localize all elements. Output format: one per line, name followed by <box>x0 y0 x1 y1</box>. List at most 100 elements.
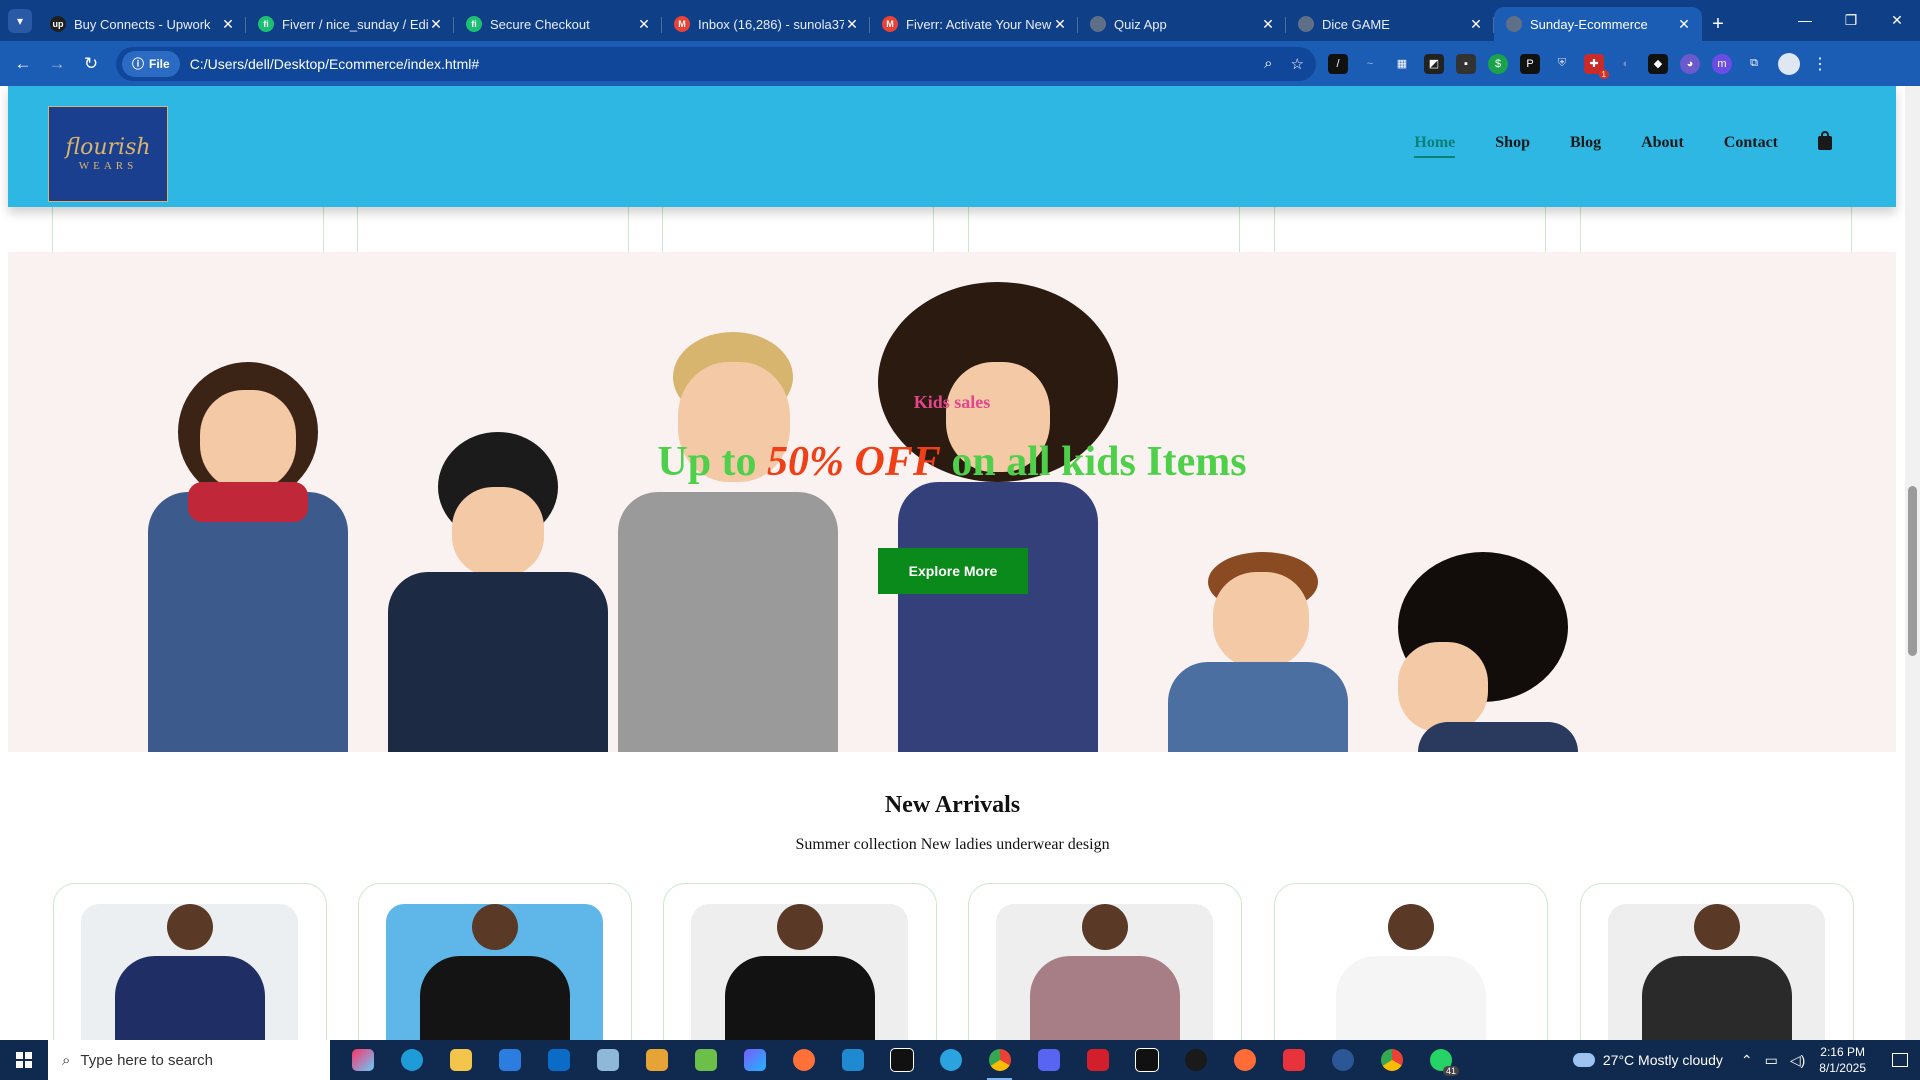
tab-list: up Buy Connects - Upwork ✕ fi Fiverr / nice_… <box>38 7 1702 41</box>
volume-icon[interactable]: ◁) <box>1790 1052 1805 1069</box>
edge-icon[interactable] <box>387 1040 436 1080</box>
discord-icon[interactable] <box>1024 1040 1073 1080</box>
close-tab-icon[interactable]: ✕ <box>428 16 444 33</box>
minimize-button[interactable]: — <box>1782 0 1828 40</box>
store-icon[interactable] <box>485 1040 534 1080</box>
clock[interactable]: 2:16 PM 8/1/2025 <box>1819 1044 1866 1076</box>
outlook-icon[interactable] <box>534 1040 583 1080</box>
close-tab-icon[interactable]: ✕ <box>1260 16 1276 33</box>
extension-icon[interactable]: ▦ <box>1392 54 1412 74</box>
product-image[interactable] <box>1302 904 1519 1040</box>
chrome-icon[interactable] <box>975 1040 1024 1080</box>
product-image[interactable] <box>996 904 1213 1040</box>
extension-icon[interactable]: ◕ <box>1680 53 1700 74</box>
more-menu-icon[interactable]: ⋮ <box>1812 54 1828 74</box>
app-icon[interactable] <box>1122 1040 1171 1080</box>
extension-icon[interactable]: ✚ 1 <box>1584 53 1609 79</box>
whatsapp-icon[interactable]: 41 <box>1416 1040 1465 1080</box>
product-card[interactable] <box>663 883 937 1040</box>
tab-search-button[interactable]: ▾ <box>8 9 32 33</box>
product-card[interactable] <box>1580 883 1854 1040</box>
explore-more-button[interactable]: Explore More <box>878 548 1028 594</box>
nav-link-shop[interactable]: Shop <box>1495 134 1530 152</box>
extension-icon[interactable]: m <box>1712 53 1732 74</box>
back-icon[interactable]: ← <box>6 47 40 81</box>
extension-icon[interactable]: ◐ <box>1616 54 1636 74</box>
notifications-icon[interactable] <box>1880 1040 1920 1080</box>
chevron-up-icon[interactable]: ⌃ <box>1741 1052 1753 1069</box>
copilot-icon[interactable] <box>338 1040 387 1080</box>
word-icon[interactable] <box>1318 1040 1367 1080</box>
reload-icon[interactable]: ↻ <box>74 47 108 81</box>
model-head <box>471 904 518 950</box>
product-card[interactable] <box>1274 883 1548 1040</box>
browser-tab[interactable]: M Inbox (16,286) - sunola37 ✕ <box>662 7 870 41</box>
close-tab-icon[interactable]: ✕ <box>1052 16 1068 33</box>
close-tab-icon[interactable]: ✕ <box>220 16 236 33</box>
start-button[interactable] <box>0 1040 48 1080</box>
extension-icon[interactable]: ▪ <box>1456 53 1476 74</box>
extension-icon[interactable]: / <box>1328 53 1348 74</box>
extension-icon[interactable]: ◆ <box>1648 53 1668 74</box>
product-image[interactable] <box>81 904 298 1040</box>
zoom-icon[interactable]: ⌕ <box>1264 55 1272 73</box>
product-card[interactable] <box>968 883 1242 1040</box>
close-window-button[interactable]: ✕ <box>1874 0 1920 40</box>
product-image[interactable] <box>386 904 603 1040</box>
close-tab-icon[interactable]: ✕ <box>636 16 652 33</box>
weather-widget[interactable]: 27°C Mostly cloudy <box>1572 1052 1723 1068</box>
close-tab-icon[interactable]: ✕ <box>1676 16 1692 33</box>
shopping-bag-icon[interactable] <box>1818 131 1832 150</box>
close-tab-icon[interactable]: ✕ <box>844 16 860 33</box>
address-bar[interactable]: ⓘ File C:/Users/dell/Desktop/Ecommerce/i… <box>116 46 1316 81</box>
extension-icon[interactable]: P <box>1520 53 1540 74</box>
browser-tab[interactable]: Sunday-Ecommerce ✕ <box>1494 7 1702 41</box>
mongodb-icon[interactable] <box>1171 1040 1220 1080</box>
battery-icon[interactable]: ▭ <box>1765 1052 1778 1069</box>
product-card[interactable] <box>358 883 632 1040</box>
new-tab-button[interactable]: + <box>1702 7 1734 41</box>
notepad-icon[interactable] <box>681 1040 730 1080</box>
browser-tab[interactable]: Quiz App ✕ <box>1078 7 1286 41</box>
page-scrollbar[interactable] <box>1905 86 1920 1040</box>
m365-icon[interactable] <box>730 1040 779 1080</box>
browser-tab[interactable]: up Buy Connects - Upwork ✕ <box>38 7 246 41</box>
nav-link-about[interactable]: About <box>1641 134 1684 152</box>
chrome-icon[interactable] <box>1367 1040 1416 1080</box>
extension-icon[interactable]: ~ <box>1360 54 1380 74</box>
capcut-icon[interactable] <box>877 1040 926 1080</box>
nav-link-contact[interactable]: Contact <box>1724 134 1778 152</box>
app-icon[interactable] <box>632 1040 681 1080</box>
firefox-icon[interactable] <box>779 1040 828 1080</box>
app-icon[interactable] <box>583 1040 632 1080</box>
forward-icon[interactable]: → <box>40 47 74 81</box>
nav-link-home[interactable]: Home <box>1414 134 1455 158</box>
nav-link-blog[interactable]: Blog <box>1570 134 1601 152</box>
product-image[interactable] <box>1608 904 1825 1040</box>
browser-tab[interactable]: M Fiverr: Activate Your New ✕ <box>870 7 1078 41</box>
browser-tab[interactable]: Dice GAME ✕ <box>1286 7 1494 41</box>
shield-icon[interactable]: ⛨ <box>1552 54 1572 74</box>
scrollbar-thumb[interactable] <box>1908 486 1917 656</box>
close-tab-icon[interactable]: ✕ <box>1468 16 1484 33</box>
telegram-icon[interactable] <box>926 1040 975 1080</box>
vscode-icon[interactable] <box>828 1040 877 1080</box>
product-card[interactable] <box>53 883 327 1040</box>
browser-tab[interactable]: fi Fiverr / nice_sunday / Edit ✕ <box>246 7 454 41</box>
extension-icon[interactable]: $ <box>1488 53 1508 74</box>
postman-icon[interactable] <box>1220 1040 1269 1080</box>
product-image[interactable] <box>691 904 908 1040</box>
restore-button[interactable]: ❐ <box>1828 0 1874 40</box>
browser-tab[interactable]: fi Secure Checkout ✕ <box>454 7 662 41</box>
app-icon[interactable] <box>1073 1040 1122 1080</box>
taskbar-search[interactable]: ⌕ Type here to search <box>48 1040 330 1080</box>
bookmark-star-icon[interactable]: ☆ <box>1291 55 1304 73</box>
wps-icon[interactable] <box>1269 1040 1318 1080</box>
puzzle-icon[interactable]: ⧉ <box>1744 54 1764 74</box>
profile-avatar[interactable] <box>1778 52 1800 75</box>
clock-date: 8/1/2025 <box>1819 1061 1866 1075</box>
brand-logo[interactable]: flourish WEARS <box>48 106 168 202</box>
file-explorer-icon[interactable] <box>436 1040 485 1080</box>
extension-icon[interactable]: ◩ <box>1424 53 1444 74</box>
site-info-chip[interactable]: ⓘ File <box>122 50 180 77</box>
